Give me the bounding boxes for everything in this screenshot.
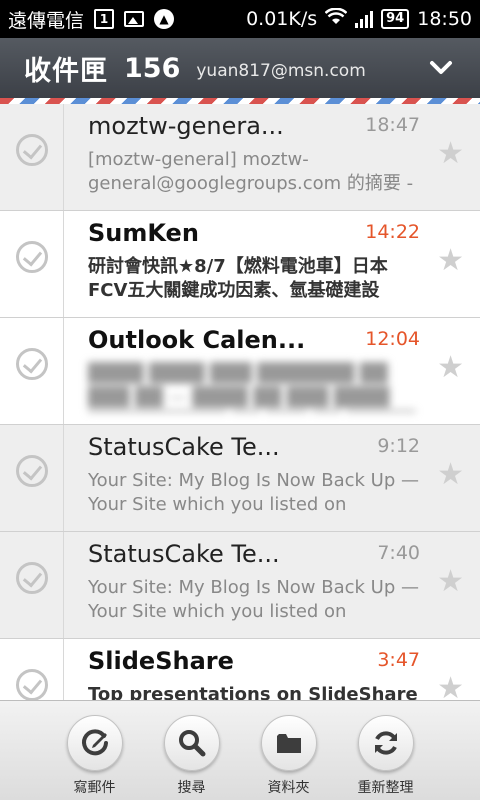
sender-name: moztw-genera... bbox=[88, 112, 284, 140]
folders-button[interactable]: 資料夾 bbox=[244, 701, 334, 800]
folder-title: 收件匣 bbox=[24, 55, 108, 87]
account-email: yuan817@msn.com bbox=[196, 61, 366, 81]
star-icon[interactable]: ★ bbox=[437, 671, 464, 700]
star-icon[interactable]: ★ bbox=[437, 243, 464, 278]
refresh-label: 重新整理 bbox=[357, 780, 414, 796]
check-circle-icon[interactable] bbox=[16, 455, 48, 487]
chevron-down-icon[interactable] bbox=[428, 54, 454, 80]
folder-icon[interactable] bbox=[260, 715, 317, 771]
redacted-snippet: ████ ████ ███ ███████ ██ ███ ██ — ████ █… bbox=[88, 363, 415, 412]
check-circle-icon[interactable] bbox=[16, 134, 48, 166]
folders-label: 資料夾 bbox=[267, 780, 310, 796]
star-icon[interactable]: ★ bbox=[437, 136, 464, 171]
star-icon[interactable]: ★ bbox=[437, 350, 464, 385]
check-circle-icon[interactable] bbox=[16, 241, 48, 273]
message-list[interactable]: moztw-genera... 18:47 [moztw-general] mo… bbox=[0, 104, 480, 700]
message-snippet: Your Site: My Blog Is Now Back Up — Your… bbox=[88, 470, 419, 515]
message-time: 12:04 bbox=[365, 328, 420, 350]
net-speed: 0.01K/s bbox=[246, 8, 318, 30]
message-row[interactable]: Outlook Calen... 12:04 ████ ████ ███ ███… bbox=[0, 318, 480, 425]
battery-icon: 94 bbox=[381, 9, 410, 29]
message-count: 156 bbox=[124, 52, 181, 84]
message-snippet: Your Site: My Blog Is Now Back Up — Your… bbox=[88, 577, 419, 622]
sender-name: StatusCake Te... bbox=[88, 540, 280, 568]
inbox-header[interactable]: 收件匣 156 yuan817@msn.com bbox=[0, 38, 480, 98]
pen-icon[interactable] bbox=[66, 715, 123, 771]
sender-name: SlideShare bbox=[88, 647, 234, 675]
search-icon[interactable] bbox=[163, 715, 220, 771]
message-row[interactable]: StatusCake Te... 7:40 Your Site: My Blog… bbox=[0, 532, 480, 639]
message-time: 7:40 bbox=[377, 542, 420, 564]
message-time: 9:12 bbox=[377, 435, 420, 457]
wifi-icon bbox=[324, 6, 348, 31]
signal-icon bbox=[355, 10, 374, 28]
upload-icon: ▲ bbox=[154, 9, 175, 29]
compose-label: 寫郵件 bbox=[73, 780, 116, 796]
check-circle-icon[interactable] bbox=[16, 348, 48, 380]
refresh-icon[interactable] bbox=[357, 715, 414, 771]
refresh-button[interactable]: 重新整理 bbox=[341, 701, 431, 800]
message-snippet: 研討會快訊★8/7【燃料電池車】日本FCV五大關鍵成功因素、氫基礎建設 bbox=[88, 256, 388, 301]
check-circle-icon[interactable] bbox=[16, 669, 48, 700]
message-row[interactable]: SumKen 14:22 研討會快訊★8/7【燃料電池車】日本FCV五大關鍵成功… bbox=[0, 211, 480, 318]
message-row[interactable]: SlideShare 3:47 Top presentations on Sli… bbox=[0, 639, 480, 700]
bottom-toolbar: 寫郵件 搜尋 資料夾 重新整理 bbox=[0, 700, 480, 800]
image-icon bbox=[124, 11, 145, 27]
search-label: 搜尋 bbox=[177, 780, 206, 796]
message-time: 3:47 bbox=[377, 649, 420, 671]
message-row[interactable]: moztw-genera... 18:47 [moztw-general] mo… bbox=[0, 104, 480, 211]
message-time: 18:47 bbox=[365, 114, 420, 136]
message-row[interactable]: StatusCake Te... 9:12 Your Site: My Blog… bbox=[0, 425, 480, 532]
message-time: 14:22 bbox=[365, 221, 420, 243]
sender-name: Outlook Calen... bbox=[88, 326, 306, 354]
status-bar: 遠傳電信 1 ▲ 0.01K/s 94 18:50 bbox=[0, 0, 480, 38]
check-circle-icon[interactable] bbox=[16, 562, 48, 594]
sender-name: StatusCake Te... bbox=[88, 433, 280, 461]
carrier-name: 遠傳電信 bbox=[8, 9, 85, 32]
clock: 18:50 bbox=[417, 8, 472, 30]
star-icon[interactable]: ★ bbox=[437, 457, 464, 492]
calendar-icon: 1 bbox=[94, 9, 115, 29]
message-snippet: Top presentations on SlideShare this bbox=[88, 684, 418, 700]
message-snippet: [moztw-general] moztw-general@googlegrou… bbox=[88, 149, 414, 194]
star-icon[interactable]: ★ bbox=[437, 564, 464, 599]
search-button[interactable]: 搜尋 bbox=[147, 701, 237, 800]
compose-button[interactable]: 寫郵件 bbox=[50, 701, 140, 800]
sender-name: SumKen bbox=[88, 219, 199, 247]
